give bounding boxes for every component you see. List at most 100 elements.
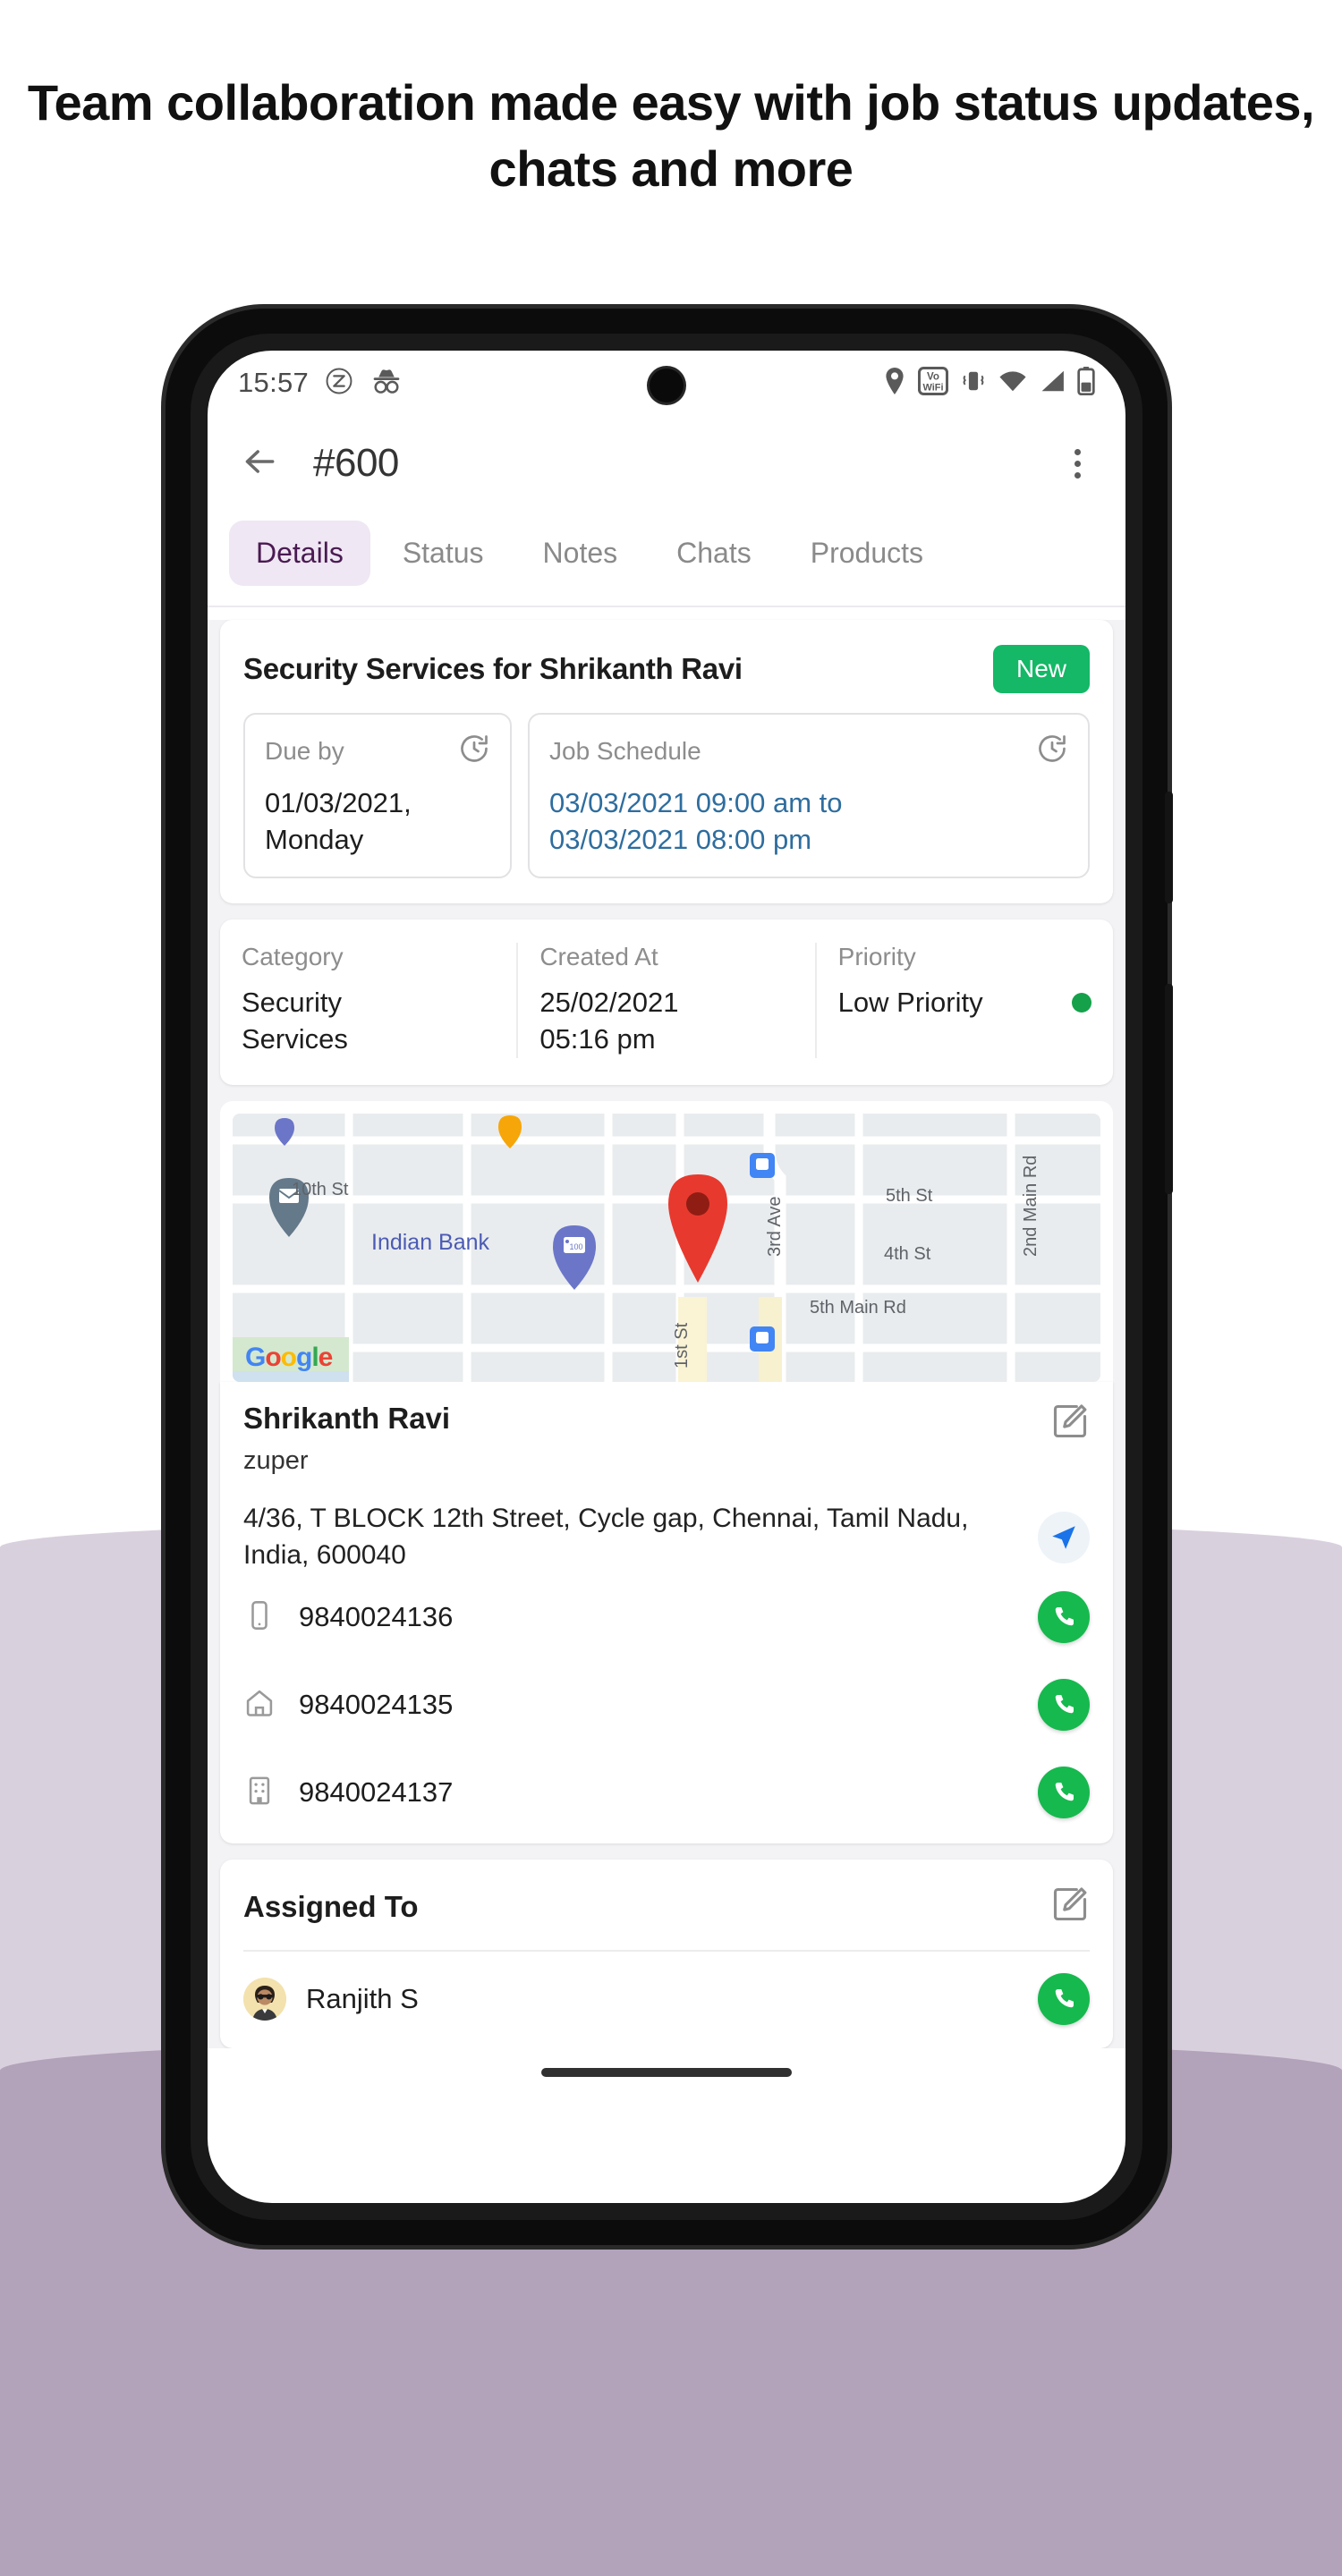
job-schedule-start: 03/03/2021 09:00 am to xyxy=(549,787,843,818)
due-by-date: 01/03/2021, xyxy=(265,787,412,818)
tab-products[interactable]: Products xyxy=(784,521,950,586)
map-label-4th-st: 4th St xyxy=(884,1244,931,1264)
phone-mockup: 15:57 Vo WiFi #600 Details Status Notes … xyxy=(166,309,1173,2245)
tab-bar: Details Status Notes Chats Products xyxy=(208,512,1125,607)
schedule-row: Due by 01/03/2021, Monday Job Schedule 0… xyxy=(220,713,1113,903)
due-by-box[interactable]: Due by 01/03/2021, Monday xyxy=(243,713,512,878)
customer-name: Shrikanth Ravi xyxy=(243,1401,451,1435)
meta-category: Category Security Services xyxy=(220,943,516,1058)
vowifi-icon: Vo WiFi xyxy=(917,366,949,400)
map-label-2nd-main-rd: 2nd Main Rd xyxy=(1021,1155,1040,1256)
due-by-header: Due by xyxy=(265,733,490,769)
job-schedule-box[interactable]: Job Schedule 03/03/2021 09:00 am to 03/0… xyxy=(528,713,1090,878)
customer-org: zuper xyxy=(243,1445,309,1475)
map-label-indian-bank: Indian Bank xyxy=(371,1230,490,1255)
navigation-arrow-icon[interactable] xyxy=(1038,1511,1090,1563)
edit-pencil-icon[interactable] xyxy=(1050,1402,1090,1445)
call-button-assignee[interactable] xyxy=(1038,1973,1090,2026)
phone-volume-button xyxy=(1165,792,1173,903)
category-value-line2: Services xyxy=(242,1023,348,1055)
status-badge: New xyxy=(992,645,1090,693)
page-headline: Team collaboration made easy with job st… xyxy=(27,74,1315,197)
customer-text-block: Shrikanth Ravi zuper xyxy=(243,1402,450,1476)
status-bar: 15:57 Vo WiFi xyxy=(208,351,1125,415)
category-value-line1: Security xyxy=(242,986,342,1018)
meta-row: Category Security Services Created At 25… xyxy=(220,919,1113,1085)
phone-screen: 15:57 Vo WiFi #600 Details Status Notes … xyxy=(208,351,1125,2203)
call-button-office[interactable] xyxy=(1038,1767,1090,1819)
logo-letter-e: e xyxy=(318,1342,334,1372)
job-meta-card: Category Security Services Created At 25… xyxy=(220,919,1113,1085)
google-logo: Google xyxy=(245,1342,334,1373)
map-canvas: 100 10th St Indian Bank 3rd Ave 5th St 4… xyxy=(233,1113,1100,1382)
created-at-label: Created At xyxy=(539,942,658,970)
phone-row-office[interactable]: 9840024137 xyxy=(243,1749,1090,1836)
bank-badge-number: 100 xyxy=(569,1242,582,1251)
call-button-home[interactable] xyxy=(1038,1679,1090,1732)
battery-icon xyxy=(1077,366,1095,400)
call-button-mobile[interactable] xyxy=(1038,1591,1090,1644)
priority-dot-icon xyxy=(1071,992,1091,1013)
wifi-icon xyxy=(998,369,1027,398)
job-schedule-header: Job Schedule xyxy=(549,733,1068,769)
phone-row-mobile[interactable]: 9840024136 xyxy=(243,1573,1090,1661)
edit-pencil-icon[interactable] xyxy=(1050,1885,1090,1928)
svg-text:Vo: Vo xyxy=(927,371,939,382)
zoho-circle-icon xyxy=(324,366,354,401)
vibrate-icon xyxy=(960,368,987,399)
status-bar-left: 15:57 xyxy=(238,366,403,401)
home-icon xyxy=(243,1687,276,1724)
tab-status[interactable]: Status xyxy=(376,521,511,586)
home-indicator[interactable] xyxy=(541,2068,792,2078)
map-label-10th-st: 10th St xyxy=(292,1180,349,1199)
kebab-menu-icon[interactable] xyxy=(1062,444,1093,484)
assigned-to-card: Assigned To Ranjith S xyxy=(220,1860,1113,2049)
phone-number-mobile: 9840024136 xyxy=(299,1601,454,1633)
svg-text:WiFi: WiFi xyxy=(922,382,943,393)
phone-number-home: 9840024135 xyxy=(299,1689,454,1721)
meta-priority: Priority Low Priority xyxy=(814,942,1113,1058)
priority-label: Priority xyxy=(837,942,916,970)
assignee-row[interactable]: Ranjith S xyxy=(243,1952,1090,2048)
logo-letter-g2: g xyxy=(296,1342,312,1372)
map-label-3rd-ave: 3rd Ave xyxy=(765,1196,785,1256)
logo-letter-o2: o xyxy=(280,1342,297,1372)
logo-letter-o1: o xyxy=(265,1342,281,1372)
job-title: Security Services for Shrikanth Ravi xyxy=(243,652,743,685)
camera-punch-hole xyxy=(650,369,684,402)
map-label-5th-main-rd: 5th Main Rd xyxy=(810,1298,906,1318)
tab-chats[interactable]: Chats xyxy=(650,521,778,586)
phone-row-home[interactable]: 9840024135 xyxy=(243,1661,1090,1749)
map-card: 100 10th St Indian Bank 3rd Ave 5th St 4… xyxy=(220,1100,1113,1382)
customer-address-row: 4/36, T BLOCK 12th Street, Cycle gap, Ch… xyxy=(243,1501,1090,1574)
logo-letter-g1: G xyxy=(245,1342,266,1372)
phone-number-office: 9840024137 xyxy=(299,1776,454,1809)
history-clock-icon xyxy=(1036,733,1068,769)
status-bar-right: Vo WiFi xyxy=(883,366,1095,400)
map-label-1st-st: 1st St xyxy=(672,1322,692,1368)
incognito-icon xyxy=(369,366,403,401)
tab-notes[interactable]: Notes xyxy=(516,521,645,586)
map-view[interactable]: 100 10th St Indian Bank 3rd Ave 5th St 4… xyxy=(233,1113,1100,1382)
details-content: Security Services for Shrikanth Ravi New… xyxy=(208,620,1125,2094)
priority-value: Low Priority xyxy=(837,986,983,1018)
assigned-to-header: Assigned To xyxy=(243,1860,1090,1953)
customer-header: Shrikanth Ravi zuper xyxy=(243,1382,1090,1476)
map-label-5th-st: 5th St xyxy=(886,1186,933,1206)
location-pin-icon xyxy=(883,367,906,400)
home-indicator-wrap xyxy=(208,2048,1125,2094)
meta-created-at: Created At 25/02/2021 05:16 pm xyxy=(516,942,814,1058)
logo-letter-l: l xyxy=(311,1342,319,1372)
due-by-day: Monday xyxy=(265,823,364,855)
back-arrow-icon[interactable] xyxy=(240,442,279,486)
customer-address: 4/36, T BLOCK 12th Street, Cycle gap, Ch… xyxy=(243,1503,969,1570)
phone-bezel: 15:57 Vo WiFi #600 Details Status Notes … xyxy=(191,334,1142,2220)
signal-icon xyxy=(1039,369,1066,398)
history-clock-icon xyxy=(458,733,490,769)
customer-card: Shrikanth Ravi zuper 4/36, T BLOCK 12th … xyxy=(220,1381,1113,1844)
tab-details[interactable]: Details xyxy=(229,521,370,586)
job-schedule-label: Job Schedule xyxy=(549,736,701,765)
app-bar: #600 xyxy=(208,415,1125,512)
assignee-name: Ranjith S xyxy=(306,1983,419,2015)
job-schedule-end: 03/03/2021 08:00 pm xyxy=(549,823,812,855)
